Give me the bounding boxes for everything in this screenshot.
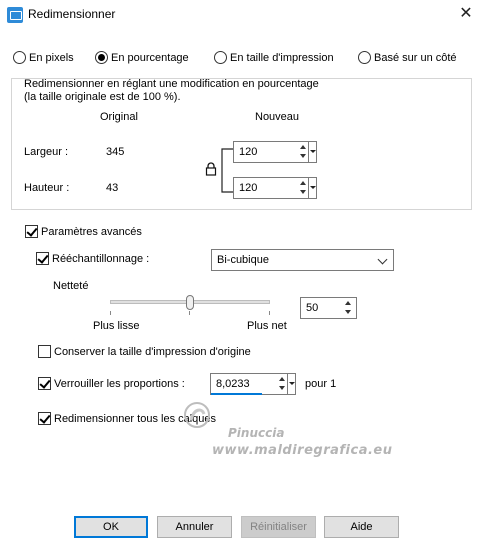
column-nouveau: Nouveau bbox=[255, 111, 300, 123]
proportion-ratio-spinbox[interactable]: 8,0233 bbox=[210, 373, 296, 395]
resample-checkbox[interactable]: Rééchantillonnage : bbox=[36, 252, 149, 265]
dropdown-arrow-icon[interactable] bbox=[308, 142, 316, 162]
watermark-url: www.maldiregrafica.eu bbox=[212, 443, 393, 458]
spin-down-icon[interactable] bbox=[299, 152, 308, 161]
sharpness-label: Netteté bbox=[53, 280, 89, 292]
radio-en-pourcentage[interactable]: En pourcentage bbox=[95, 51, 189, 64]
spin-up-icon[interactable] bbox=[299, 179, 308, 188]
spin-up-icon[interactable] bbox=[278, 375, 287, 384]
checkbox-box[interactable] bbox=[38, 345, 51, 358]
width-original-value: 345 bbox=[106, 146, 125, 158]
radio-en-taille-impression[interactable]: En taille d'impression bbox=[214, 51, 334, 64]
group-description-line1: Redimensionner en réglant une modificati… bbox=[24, 78, 319, 90]
watermark-logo bbox=[184, 402, 210, 428]
lock-proportions-checkbox[interactable]: Verrouiller les proportions : bbox=[38, 377, 185, 390]
resample-method-select[interactable]: Bi-cubique bbox=[211, 249, 394, 271]
radio-circle[interactable] bbox=[214, 51, 227, 64]
spin-down-icon[interactable] bbox=[344, 308, 353, 317]
slider-tick-min bbox=[110, 311, 111, 315]
radio-en-pixels[interactable]: En pixels bbox=[13, 51, 74, 64]
slider-tick-max bbox=[269, 311, 270, 315]
proportion-ratio-value[interactable]: 8,0233 bbox=[216, 378, 250, 390]
window-title: Redimensionner bbox=[28, 7, 116, 21]
width-new-value[interactable]: 120 bbox=[239, 146, 257, 158]
close-icon[interactable]: ✕ bbox=[455, 4, 477, 24]
group-description-line2: (la taille originale est de 100 %). bbox=[24, 91, 181, 103]
lock-icon[interactable] bbox=[205, 162, 217, 176]
checkbox-box[interactable] bbox=[36, 252, 49, 265]
checkbox-box[interactable] bbox=[38, 377, 51, 390]
watermark-name: Pinuccia bbox=[228, 426, 285, 440]
radio-circle[interactable] bbox=[358, 51, 371, 64]
checkbox-label: Paramètres avancés bbox=[41, 225, 142, 238]
radio-label: En pixels bbox=[29, 51, 74, 64]
proportion-suffix: pour 1 bbox=[305, 378, 337, 390]
advanced-settings-checkbox[interactable]: Paramètres avancés bbox=[25, 225, 142, 238]
column-original: Original bbox=[100, 111, 138, 123]
checkbox-box[interactable] bbox=[25, 225, 38, 238]
checkbox-label: Verrouiller les proportions : bbox=[54, 377, 185, 390]
spin-buttons[interactable] bbox=[299, 143, 308, 161]
spin-buttons[interactable] bbox=[344, 299, 353, 317]
radio-label: Basé sur un côté bbox=[374, 51, 457, 64]
radio-label: En pourcentage bbox=[111, 51, 189, 64]
dropdown-arrow-icon[interactable] bbox=[287, 374, 295, 394]
sharpness-spinbox[interactable]: 50 bbox=[300, 297, 357, 319]
spin-up-icon[interactable] bbox=[299, 143, 308, 152]
spin-buttons[interactable] bbox=[278, 375, 287, 393]
radio-circle[interactable] bbox=[13, 51, 26, 64]
focus-underline bbox=[211, 393, 262, 395]
height-label: Hauteur : bbox=[24, 182, 70, 194]
cancel-button[interactable]: Annuler bbox=[157, 516, 232, 538]
checkbox-label: Rééchantillonnage : bbox=[52, 252, 150, 265]
width-new-spinbox[interactable]: 120 bbox=[233, 141, 317, 163]
spin-down-icon[interactable] bbox=[278, 384, 287, 393]
checkbox-label: Conserver la taille d'impression d'origi… bbox=[54, 345, 251, 358]
dropdown-arrow-icon[interactable] bbox=[308, 178, 316, 198]
height-new-value[interactable]: 120 bbox=[239, 182, 257, 194]
radio-label: En taille d'impression bbox=[230, 51, 334, 64]
radio-circle[interactable] bbox=[95, 51, 108, 64]
radio-base-sur-un-cote[interactable]: Basé sur un côté bbox=[358, 51, 457, 64]
height-new-spinbox[interactable]: 120 bbox=[233, 177, 317, 199]
keep-print-size-checkbox[interactable]: Conserver la taille d'impression d'origi… bbox=[38, 345, 251, 358]
resample-method-value[interactable]: Bi-cubique bbox=[217, 254, 269, 266]
sharpness-value[interactable]: 50 bbox=[306, 302, 318, 314]
ok-button[interactable]: OK bbox=[74, 516, 148, 538]
resize-app-icon bbox=[7, 7, 23, 23]
chevron-down-icon[interactable] bbox=[377, 254, 388, 265]
spin-buttons[interactable] bbox=[299, 179, 308, 197]
spin-up-icon[interactable] bbox=[344, 299, 353, 308]
slider-left-label: Plus lisse bbox=[93, 320, 140, 332]
height-original-value: 43 bbox=[106, 182, 119, 194]
sharpness-slider-thumb[interactable] bbox=[185, 295, 194, 310]
slider-tick-mid bbox=[189, 311, 190, 315]
help-button[interactable]: Aide bbox=[324, 516, 399, 538]
slider-right-label: Plus net bbox=[247, 320, 287, 332]
reset-button[interactable]: Réinitialiser bbox=[241, 516, 316, 538]
spin-down-icon[interactable] bbox=[299, 188, 308, 197]
width-label: Largeur : bbox=[24, 146, 69, 158]
checkbox-box[interactable] bbox=[38, 412, 51, 425]
